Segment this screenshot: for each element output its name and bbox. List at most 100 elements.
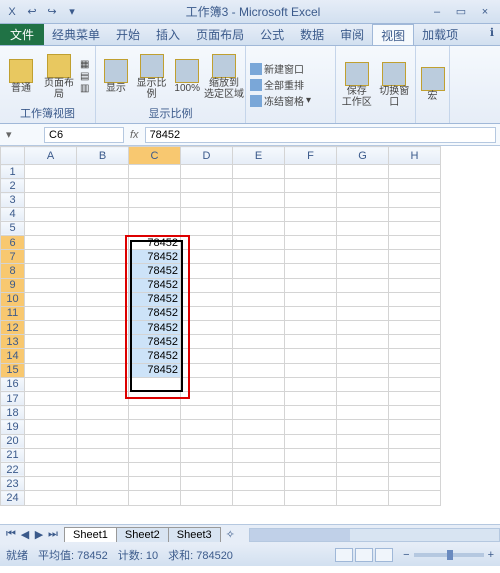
cell-F16[interactable] <box>285 377 337 391</box>
cell-C12[interactable]: 78452 <box>129 321 181 335</box>
sheet-nav-prev[interactable]: ◀ <box>18 528 32 541</box>
cell-G1[interactable] <box>337 165 389 179</box>
fx-icon[interactable]: fx <box>130 129 139 141</box>
cell-G16[interactable] <box>337 377 389 391</box>
cell-A15[interactable] <box>25 363 77 377</box>
cell-G8[interactable] <box>337 264 389 278</box>
cell-D13[interactable] <box>181 335 233 349</box>
row-header-14[interactable]: 14 <box>1 349 25 363</box>
cell-E8[interactable] <box>233 264 285 278</box>
cell-E21[interactable] <box>233 448 285 462</box>
cell-D12[interactable] <box>181 321 233 335</box>
col-header-D[interactable]: D <box>181 147 233 165</box>
zoom-in-button[interactable]: + <box>488 549 494 561</box>
formula-bar[interactable] <box>145 127 496 143</box>
cell-C9[interactable]: 78452 <box>129 278 181 292</box>
cell-E23[interactable] <box>233 477 285 491</box>
cell-A1[interactable] <box>25 165 77 179</box>
cell-B23[interactable] <box>77 477 129 491</box>
cell-H18[interactable] <box>389 406 441 420</box>
row-header-7[interactable]: 7 <box>1 250 25 264</box>
cell-A3[interactable] <box>25 193 77 207</box>
zoom-slider[interactable] <box>414 553 484 557</box>
cell-D7[interactable] <box>181 250 233 264</box>
tab-insert[interactable]: 插入 <box>148 24 188 45</box>
cell-A17[interactable] <box>25 392 77 406</box>
tab-view[interactable]: 视图 <box>372 24 414 45</box>
cell-B17[interactable] <box>77 392 129 406</box>
cell-D15[interactable] <box>181 363 233 377</box>
cell-G17[interactable] <box>337 392 389 406</box>
cell-G4[interactable] <box>337 207 389 221</box>
hundred-button[interactable]: 100% <box>171 59 203 94</box>
switch-windows-button[interactable]: 切换窗口 <box>378 62 412 108</box>
cell-D6[interactable] <box>181 235 233 249</box>
cell-C23[interactable] <box>129 477 181 491</box>
cell-E5[interactable] <box>233 221 285 235</box>
col-header-C[interactable]: C <box>129 147 181 165</box>
cell-D3[interactable] <box>181 193 233 207</box>
cell-C1[interactable] <box>129 165 181 179</box>
show-button[interactable]: 显示 <box>100 59 132 94</box>
cell-E9[interactable] <box>233 278 285 292</box>
cell-H6[interactable] <box>389 235 441 249</box>
cell-H16[interactable] <box>389 377 441 391</box>
cell-C24[interactable] <box>129 491 181 505</box>
cell-C20[interactable] <box>129 434 181 448</box>
sheet-nav-next[interactable]: ▶ <box>32 528 46 541</box>
cell-G11[interactable] <box>337 306 389 320</box>
cell-G15[interactable] <box>337 363 389 377</box>
cell-A24[interactable] <box>25 491 77 505</box>
col-header-A[interactable]: A <box>25 147 77 165</box>
col-header-E[interactable]: E <box>233 147 285 165</box>
minimize-button[interactable]: – <box>426 4 448 20</box>
row-header-19[interactable]: 19 <box>1 420 25 434</box>
cell-E15[interactable] <box>233 363 285 377</box>
cell-B1[interactable] <box>77 165 129 179</box>
cell-F24[interactable] <box>285 491 337 505</box>
zoom-out-button[interactable]: − <box>403 549 409 561</box>
cell-H20[interactable] <box>389 434 441 448</box>
cell-E4[interactable] <box>233 207 285 221</box>
close-button[interactable]: × <box>474 4 496 20</box>
cell-B22[interactable] <box>77 462 129 476</box>
row-header-21[interactable]: 21 <box>1 448 25 462</box>
cell-A11[interactable] <box>25 306 77 320</box>
row-header-22[interactable]: 22 <box>1 462 25 476</box>
cell-E3[interactable] <box>233 193 285 207</box>
cell-H21[interactable] <box>389 448 441 462</box>
cell-E1[interactable] <box>233 165 285 179</box>
cell-B8[interactable] <box>77 264 129 278</box>
qat-dropdown-icon[interactable]: ▾ <box>64 4 80 20</box>
cell-E14[interactable] <box>233 349 285 363</box>
cell-C18[interactable] <box>129 406 181 420</box>
cell-A20[interactable] <box>25 434 77 448</box>
cell-F20[interactable] <box>285 434 337 448</box>
cell-A22[interactable] <box>25 462 77 476</box>
cell-H15[interactable] <box>389 363 441 377</box>
view-pagebreak-icon[interactable] <box>375 548 393 562</box>
redo-icon[interactable]: ↪ <box>44 4 60 20</box>
cell-A6[interactable] <box>25 235 77 249</box>
cell-D1[interactable] <box>181 165 233 179</box>
row-header-24[interactable]: 24 <box>1 491 25 505</box>
cell-G9[interactable] <box>337 278 389 292</box>
cell-G14[interactable] <box>337 349 389 363</box>
row-header-20[interactable]: 20 <box>1 434 25 448</box>
cell-A10[interactable] <box>25 292 77 306</box>
cell-A9[interactable] <box>25 278 77 292</box>
col-header-H[interactable]: H <box>389 147 441 165</box>
row-header-17[interactable]: 17 <box>1 392 25 406</box>
row-header-9[interactable]: 9 <box>1 278 25 292</box>
cell-G2[interactable] <box>337 179 389 193</box>
cell-D11[interactable] <box>181 306 233 320</box>
cell-B7[interactable] <box>77 250 129 264</box>
cell-F12[interactable] <box>285 321 337 335</box>
row-header-2[interactable]: 2 <box>1 179 25 193</box>
cell-A12[interactable] <box>25 321 77 335</box>
cell-A19[interactable] <box>25 420 77 434</box>
cell-H23[interactable] <box>389 477 441 491</box>
tab-formulas[interactable]: 公式 <box>252 24 292 45</box>
cell-A4[interactable] <box>25 207 77 221</box>
cell-E18[interactable] <box>233 406 285 420</box>
